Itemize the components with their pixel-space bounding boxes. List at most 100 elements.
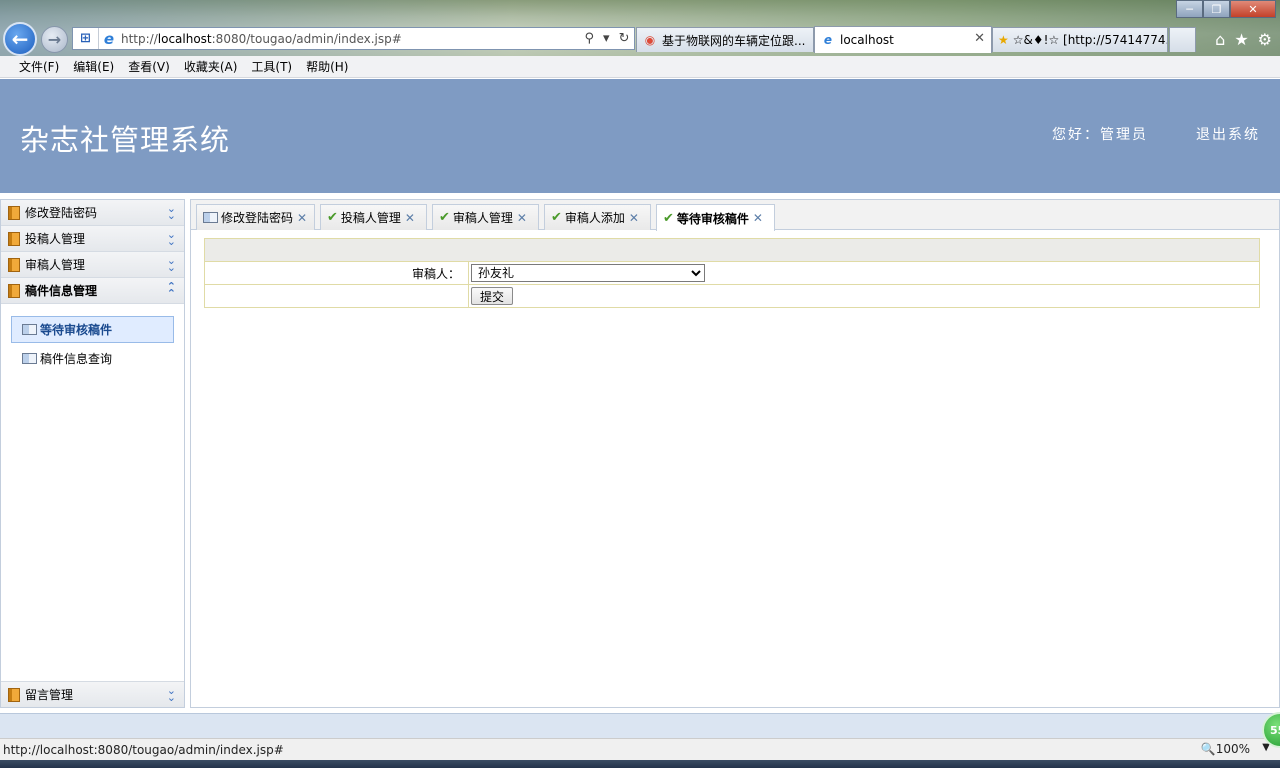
close-icon[interactable]: ✕	[405, 211, 419, 225]
browser-tab[interactable]: ★ ☆&♦!☆ [http://57414774...	[992, 27, 1168, 52]
assign-form: 审稿人： 孙友礼 提交	[204, 238, 1260, 308]
menu-file[interactable]: 文件(F)	[19, 58, 59, 75]
tab-contributors[interactable]: ✔ 投稿人管理 ✕	[320, 204, 427, 230]
menu-bar: 文件(F) 编辑(E) 查看(V) 收藏夹(A) 工具(T) 帮助(H)	[0, 56, 1280, 78]
sidebar-section-password[interactable]: 修改登陆密码 ⌄ ⌄	[1, 200, 184, 226]
zoom-level[interactable]: 🔍100%	[1201, 742, 1250, 756]
browser-tab[interactable]: ◉ 基于物联网的车辆定位跟...	[636, 27, 814, 52]
tab-reviewers[interactable]: ✔ 审稿人管理 ✕	[432, 204, 539, 230]
address-url[interactable]: http://localhost:8080/tougao/admin/index…	[119, 32, 580, 46]
minimize-button[interactable]: ─	[1176, 0, 1203, 18]
form-row-submit: 提交	[204, 284, 1260, 308]
form-row-reviewer: 审稿人： 孙友礼	[204, 261, 1260, 285]
chevron-down-icon[interactable]: ⌄ ⌄	[167, 255, 176, 273]
user-greeting: 您好：管理员	[1052, 127, 1148, 143]
tab-strip: 修改登陆密码 ✕ ✔ 投稿人管理 ✕ ✔ 审稿人管理 ✕ ✔ 审稿人添加 ✕ ✔…	[191, 200, 1279, 231]
favorites-icon[interactable]: ★	[1234, 30, 1248, 49]
star-icon: ★	[998, 33, 1009, 47]
reviewer-select[interactable]: 孙友礼	[471, 264, 705, 282]
logout-link[interactable]: 退出系统	[1196, 124, 1260, 144]
sidebar-section-label: 修改登陆密码	[25, 206, 98, 220]
browser-tab-title: ☆&♦!☆ [http://57414774...	[1012, 33, 1168, 47]
status-url: http://localhost:8080/tougao/admin/index…	[3, 742, 284, 757]
ie-page-icon: e	[103, 29, 115, 48]
sidebar-section-label: 稿件信息管理	[25, 284, 98, 298]
menu-view[interactable]: 查看(V)	[128, 58, 170, 75]
sidebar-item-label: 稿件信息查询	[40, 352, 113, 366]
forward-button[interactable]: →	[41, 26, 68, 53]
checkmark-icon: ✔	[439, 210, 450, 225]
close-tab-icon[interactable]: ✕	[974, 31, 985, 46]
sidebar-section-reviewers[interactable]: 审稿人管理 ⌄ ⌄	[1, 252, 184, 278]
maximize-button[interactable]: ❐	[1203, 0, 1230, 18]
id-card-icon	[22, 324, 37, 335]
sidebar-item-label: 等待审核稿件	[40, 323, 113, 337]
app-footer	[0, 713, 1280, 738]
chrome-icon: ◉	[644, 33, 656, 47]
sidebar-section-label: 审稿人管理	[25, 258, 86, 272]
submit-button[interactable]: 提交	[471, 287, 513, 305]
chevron-up-icon[interactable]: ⌃ ⌃	[167, 281, 176, 299]
tab-label: 等待审核稿件	[676, 211, 749, 226]
chevron-down-icon[interactable]: ⌄ ⌄	[167, 685, 176, 703]
checkmark-icon: ✔	[663, 210, 674, 226]
browser-tab-title: 基于物联网的车辆定位跟...	[662, 33, 806, 48]
chevron-down-icon[interactable]: ⌄ ⌄	[167, 229, 176, 247]
back-button[interactable]: ←	[3, 22, 37, 56]
sidebar-section-manuscripts[interactable]: 稿件信息管理 ⌃ ⌃	[1, 278, 184, 304]
new-tab-button[interactable]	[1169, 27, 1196, 52]
close-icon[interactable]: ✕	[517, 211, 531, 225]
address-bar[interactable]: ⊞ e http://localhost:8080/tougao/admin/i…	[72, 27, 635, 50]
ie-icon: e	[823, 33, 833, 47]
folder-icon	[8, 257, 20, 272]
app-header: 杂志社管理系统 您好：管理员 退出系统	[0, 79, 1280, 193]
sidebar-section-contributors[interactable]: 投稿人管理 ⌄ ⌄	[1, 226, 184, 252]
tab-label: 修改登陆密码	[221, 211, 294, 225]
sidebar-section-label: 留言管理	[25, 688, 74, 702]
sidebar-item-pending[interactable]: 等待审核稿件	[11, 316, 174, 343]
sidebar-section-body: 等待审核稿件 稿件信息查询	[1, 304, 184, 682]
folder-icon	[8, 231, 20, 246]
folder-icon	[8, 283, 20, 298]
status-bar: http://localhost:8080/tougao/admin/index…	[0, 738, 1280, 760]
chevron-down-icon[interactable]: ⌄ ⌄	[167, 203, 176, 221]
search-icon[interactable]: ⚲	[585, 31, 595, 46]
browser-tab-active[interactable]: e localhost ✕	[814, 26, 992, 53]
home-icon[interactable]: ⌂	[1215, 30, 1225, 49]
close-icon[interactable]: ✕	[297, 211, 311, 225]
tab-add-reviewer[interactable]: ✔ 审稿人添加 ✕	[544, 204, 651, 230]
sidebar: 修改登陆密码 ⌄ ⌄ 投稿人管理 ⌄ ⌄ 审稿人管理 ⌄ ⌄ 稿件信息管理 ⌃ ⌃ 等待…	[0, 199, 185, 708]
compat-view-icon[interactable]: ⊞	[73, 28, 99, 49]
tab-label: 审稿人添加	[564, 211, 625, 225]
checkmark-icon: ✔	[551, 210, 562, 225]
sidebar-item-search[interactable]: 稿件信息查询	[11, 345, 174, 372]
browser-chrome: ← → ⊞ e http://localhost:8080/tougao/adm…	[0, 0, 1280, 56]
tab-label: 审稿人管理	[452, 211, 513, 225]
id-card-icon	[203, 212, 218, 223]
folder-icon	[8, 205, 20, 220]
tab-label: 投稿人管理	[340, 211, 401, 225]
sidebar-section-label: 投稿人管理	[25, 232, 86, 246]
tab-pending[interactable]: ✔ 等待审核稿件 ✕	[656, 204, 775, 231]
checkmark-icon: ✔	[327, 210, 338, 225]
gear-icon[interactable]: ⚙	[1258, 30, 1272, 49]
close-icon[interactable]: ✕	[753, 211, 767, 225]
menu-tools[interactable]: 工具(T)	[251, 58, 292, 75]
close-window-button[interactable]: ✕	[1230, 0, 1276, 18]
close-icon[interactable]: ✕	[629, 211, 643, 225]
main-panel: 修改登陆密码 ✕ ✔ 投稿人管理 ✕ ✔ 审稿人管理 ✕ ✔ 审稿人添加 ✕ ✔…	[190, 199, 1280, 708]
folder-icon	[8, 687, 20, 702]
tab-change-password[interactable]: 修改登陆密码 ✕	[196, 204, 315, 230]
sidebar-section-messages[interactable]: 留言管理 ⌄ ⌄	[1, 681, 184, 707]
menu-favorites[interactable]: 收藏夹(A)	[184, 58, 238, 75]
menu-help[interactable]: 帮助(H)	[306, 58, 348, 75]
dropdown-icon[interactable]: ▾	[603, 31, 610, 46]
browser-tab-title: localhost	[840, 33, 894, 47]
form-header-row	[204, 238, 1260, 262]
id-card-icon	[22, 353, 37, 364]
reviewer-label: 审稿人：	[204, 261, 469, 285]
taskbar	[0, 760, 1280, 768]
menu-edit[interactable]: 编辑(E)	[73, 58, 114, 75]
app-title: 杂志社管理系统	[20, 123, 231, 157]
refresh-icon[interactable]: ↻	[619, 31, 630, 46]
